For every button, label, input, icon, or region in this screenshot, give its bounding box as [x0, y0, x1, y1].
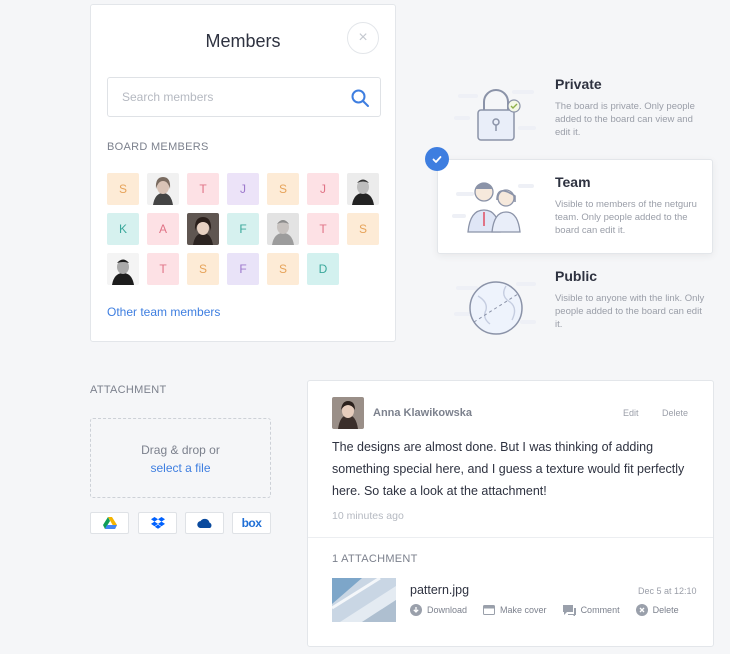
- comment-card: Anna Klawikowska Edit Delete The designs…: [307, 380, 714, 647]
- avatar: [332, 397, 364, 429]
- dropbox-button[interactable]: [138, 512, 177, 534]
- member-tile[interactable]: T: [147, 253, 179, 285]
- download-label: Download: [427, 605, 468, 615]
- member-avatar[interactable]: [187, 213, 219, 245]
- private-description: The board is private. Only people added …: [555, 101, 695, 138]
- comment-timestamp: 10 minutes ago: [332, 510, 404, 522]
- member-tile[interactable]: F: [227, 253, 259, 285]
- team-title: Team: [555, 174, 591, 190]
- onedrive-button[interactable]: [185, 512, 224, 534]
- globe-illustration-icon: [454, 281, 536, 335]
- member-grid: STJSJKAFTSTSFSD: [107, 173, 387, 285]
- public-description: Visible to anyone with the link. Only pe…: [555, 293, 705, 330]
- member-tile[interactable]: S: [267, 253, 299, 285]
- member-tile[interactable]: J: [307, 173, 339, 205]
- lock-illustration-icon: [454, 89, 536, 141]
- close-button[interactable]: ×: [347, 22, 379, 54]
- delete-attachment-label: Delete: [652, 605, 679, 615]
- cover-icon: [483, 605, 496, 615]
- drop-text: Drag & drop or: [141, 443, 220, 457]
- dropzone[interactable]: Drag & drop or select a file: [90, 418, 271, 498]
- member-avatar[interactable]: [147, 173, 179, 205]
- member-tile[interactable]: F: [227, 213, 259, 245]
- onedrive-icon: [196, 518, 211, 528]
- delete-comment-link[interactable]: Delete: [662, 408, 688, 418]
- member-tile[interactable]: S: [267, 173, 299, 205]
- search-input[interactable]: [108, 78, 344, 116]
- attachment-actions: Download Make cover Comment Delete: [410, 604, 695, 616]
- search-box: [107, 77, 381, 117]
- member-avatar[interactable]: [347, 173, 379, 205]
- member-tile[interactable]: T: [187, 173, 219, 205]
- member-tile[interactable]: J: [227, 173, 259, 205]
- comment-icon: [562, 604, 576, 616]
- member-tile[interactable]: S: [107, 173, 139, 205]
- edit-comment-link[interactable]: Edit: [623, 408, 639, 418]
- box-icon: box: [241, 516, 262, 530]
- dropbox-icon: [150, 516, 165, 529]
- box-button[interactable]: box: [232, 512, 271, 534]
- attachment-thumbnail[interactable]: [332, 578, 396, 622]
- comment-author: Anna Klawikowska: [373, 407, 473, 419]
- attachment-filename[interactable]: pattern.jpg: [410, 583, 469, 597]
- google-drive-icon: [102, 517, 117, 529]
- attachment-label: ATTACHMENT: [90, 384, 167, 396]
- selected-check-icon: [425, 147, 449, 171]
- select-file-link[interactable]: select a file: [91, 461, 270, 475]
- member-tile[interactable]: S: [187, 253, 219, 285]
- board-members-label: BOARD MEMBERS: [107, 141, 209, 153]
- private-title: Private: [555, 76, 602, 92]
- member-tile[interactable]: A: [147, 213, 179, 245]
- member-tile[interactable]: D: [307, 253, 339, 285]
- member-tile[interactable]: S: [347, 213, 379, 245]
- download-button[interactable]: Download: [410, 604, 467, 616]
- member-tile[interactable]: T: [307, 213, 339, 245]
- members-panel: Members × BOARD MEMBERS STJSJKAFTSTSFSD …: [90, 4, 396, 342]
- member-avatar[interactable]: [107, 253, 139, 285]
- visibility-team[interactable]: Team Visible to members of the netguru t…: [437, 159, 713, 254]
- member-avatar[interactable]: [267, 213, 299, 245]
- other-team-members-link[interactable]: Other team members: [107, 305, 220, 319]
- visibility-public[interactable]: Public Visible to anyone with the link. …: [440, 268, 710, 348]
- visibility-private[interactable]: Private The board is private. Only peopl…: [440, 76, 710, 156]
- team-illustration-icon: [452, 182, 534, 233]
- divider: [308, 537, 713, 538]
- team-description: Visible to members of the netguru team. …: [555, 199, 697, 236]
- public-title: Public: [555, 268, 598, 284]
- google-drive-button[interactable]: [90, 512, 129, 534]
- search-icon[interactable]: [350, 88, 370, 108]
- comment-button[interactable]: Comment: [562, 604, 620, 616]
- comment-label: Comment: [580, 605, 620, 615]
- attachment-date: Dec 5 at 12:10: [638, 586, 697, 596]
- attachment-count: 1 ATTACHMENT: [332, 553, 418, 565]
- comment-body: The designs are almost done. But I was t…: [332, 440, 685, 498]
- delete-icon: [635, 604, 648, 616]
- make-cover-button[interactable]: Make cover: [483, 604, 547, 616]
- download-icon: [410, 604, 422, 616]
- member-tile[interactable]: K: [107, 213, 139, 245]
- make-cover-label: Make cover: [500, 605, 547, 615]
- delete-attachment-button[interactable]: Delete: [635, 604, 679, 616]
